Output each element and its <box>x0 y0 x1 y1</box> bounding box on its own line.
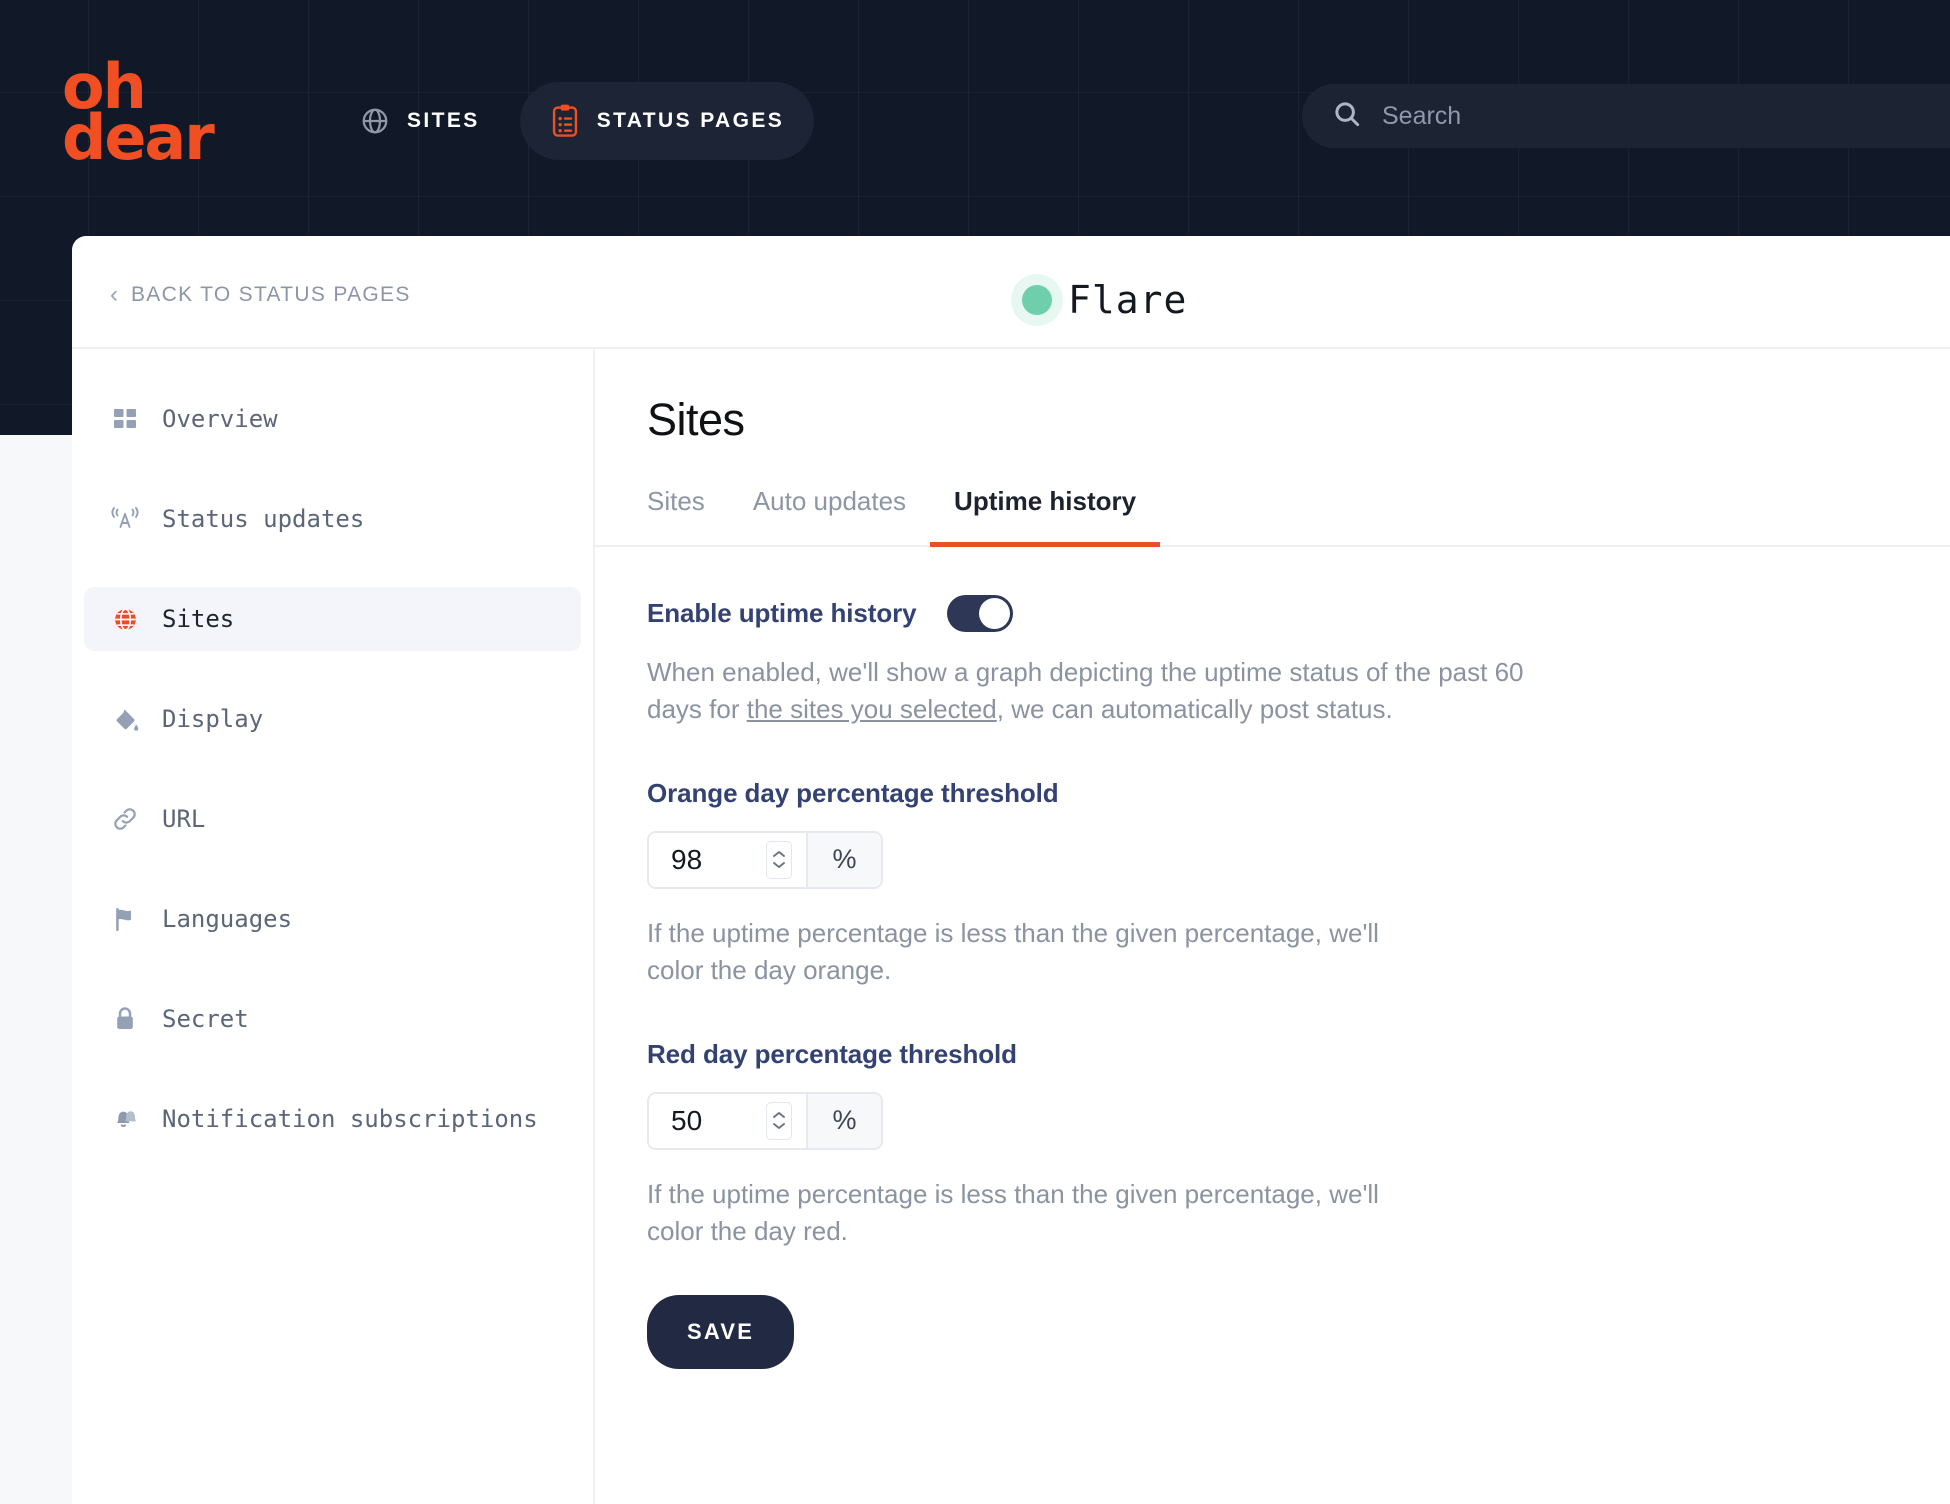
enable-uptime-history-row: Enable uptime history <box>647 595 1950 632</box>
sidebar-label-overview: Overview <box>162 405 278 433</box>
red-threshold-input[interactable]: 50 <box>649 1093 806 1148</box>
tab-label-sites: Sites <box>647 486 705 516</box>
link-icon <box>110 804 140 834</box>
back-to-status-pages-link[interactable]: ‹ BACK TO STATUS PAGES <box>110 283 411 307</box>
nav-label-sites: SITES <box>407 109 480 132</box>
nav-item-status-pages[interactable]: STATUS PAGES <box>519 82 815 160</box>
save-button[interactable]: SAVE <box>647 1295 795 1370</box>
chevron-down-icon <box>773 1123 785 1130</box>
red-threshold-helper: If the uptime percentage is less than th… <box>647 1178 1379 1246</box>
sidebar-label-display: Display <box>162 705 264 733</box>
enable-uptime-history-label: Enable uptime history <box>647 598 917 628</box>
orange-threshold-stepper[interactable] <box>766 840 792 879</box>
orange-threshold-helper: If the uptime percentage is less than th… <box>647 917 1379 985</box>
sidebar-item-notification-subscriptions[interactable]: Notification subscriptions <box>84 1087 581 1151</box>
grid-icon <box>110 404 140 434</box>
selected-sites-link[interactable]: the sites you selected <box>747 694 997 724</box>
orange-threshold-field-group: 98 % <box>647 830 883 889</box>
search-input[interactable]: Search <box>1302 84 1950 148</box>
main-settings-panel: Sites Sites Auto updates Uptime history … <box>595 349 1950 1504</box>
red-threshold-suffix: % <box>806 1093 881 1148</box>
tab-label-uptime-history: Uptime history <box>954 486 1137 516</box>
green-status-dot-icon <box>1022 285 1052 315</box>
orange-threshold-input[interactable]: 98 <box>649 832 806 887</box>
clipboard-icon <box>550 104 580 138</box>
sidebar-item-display[interactable]: Display <box>84 687 581 751</box>
red-threshold-field-group: 50 % <box>647 1091 883 1150</box>
logo-line-two: dear <box>62 100 215 174</box>
tab-uptime-history[interactable]: Uptime history <box>930 486 1161 547</box>
enable-uptime-history-toggle[interactable] <box>946 595 1013 632</box>
chevron-up-icon <box>773 851 785 858</box>
red-threshold-label: Red day percentage threshold <box>647 1038 1017 1069</box>
card-header: ‹ BACK TO STATUS PAGES Flare <box>72 236 1950 349</box>
red-threshold-block: Red day percentage threshold 50 % If the… <box>647 1039 1950 1250</box>
page-title-group: Flare <box>1022 278 1187 322</box>
status-page-card: ‹ BACK TO STATUS PAGES Flare Overview St… <box>72 236 1950 1504</box>
search-placeholder-text: Search <box>1382 101 1462 130</box>
sidebar-label-sites: Sites <box>162 605 235 633</box>
sidebar-label-languages: Languages <box>162 905 293 933</box>
red-threshold-stepper[interactable] <box>766 1101 792 1140</box>
sidebar-item-sites[interactable]: Sites <box>84 587 581 651</box>
page-title: Flare <box>1068 278 1188 322</box>
nav-label-status-pages: STATUS PAGES <box>596 109 785 132</box>
search-icon <box>1332 99 1362 134</box>
tab-label-auto-updates: Auto updates <box>752 486 907 516</box>
settings-tabs: Sites Auto updates Uptime history <box>595 486 1950 547</box>
card-body: Overview Status updates Sites Display UR… <box>72 349 1950 1504</box>
top-navigation-bar: oh dear SITES STATUS PAGES Search <box>0 0 1950 236</box>
globe-icon <box>360 106 390 136</box>
sidebar-item-overview[interactable]: Overview <box>84 387 581 451</box>
sidebar-label-url: URL <box>162 805 206 833</box>
chevron-up-icon <box>773 1112 785 1119</box>
sidebar-label-status-updates: Status updates <box>162 505 365 533</box>
back-link-label: BACK TO STATUS PAGES <box>131 283 411 306</box>
settings-sidebar: Overview Status updates Sites Display UR… <box>72 349 595 1504</box>
uptime-history-settings: Enable uptime history When enabled, we'l… <box>595 547 1950 1370</box>
sidebar-label-secret: Secret <box>162 1005 249 1033</box>
sidebar-label-notification-subscriptions: Notification subscriptions <box>162 1105 538 1133</box>
globe-icon <box>110 604 140 634</box>
tab-auto-updates[interactable]: Auto updates <box>729 486 930 545</box>
sidebar-item-languages[interactable]: Languages <box>84 887 581 951</box>
oh-dear-logo[interactable]: oh dear <box>62 56 215 174</box>
orange-threshold-label: Orange day percentage threshold <box>647 777 1059 808</box>
bells-icon <box>110 1104 140 1134</box>
broadcast-icon <box>110 504 140 534</box>
chevron-left-icon: ‹ <box>110 281 118 308</box>
primary-nav-items: SITES STATUS PAGES <box>330 82 815 160</box>
red-threshold-value: 50 <box>671 1104 703 1136</box>
orange-threshold-value: 98 <box>671 843 703 875</box>
lock-icon <box>110 1004 140 1034</box>
toggle-knob <box>978 598 1010 629</box>
nav-item-sites[interactable]: SITES <box>330 84 510 158</box>
sidebar-item-status-updates[interactable]: Status updates <box>84 487 581 551</box>
flag-icon <box>110 904 140 934</box>
sidebar-item-url[interactable]: URL <box>84 787 581 851</box>
chevron-down-icon <box>773 862 785 869</box>
paint-bucket-icon <box>110 704 140 734</box>
tab-sites[interactable]: Sites <box>647 486 729 545</box>
orange-threshold-block: Orange day percentage threshold 98 % If … <box>647 778 1950 989</box>
enable-uptime-history-helper: When enabled, we'll show a graph depicti… <box>647 654 1547 728</box>
orange-threshold-suffix: % <box>806 832 881 887</box>
helper-text-post: , we can automatically post status. <box>996 693 1393 724</box>
sidebar-item-secret[interactable]: Secret <box>84 987 581 1051</box>
section-title: Sites <box>647 394 745 445</box>
